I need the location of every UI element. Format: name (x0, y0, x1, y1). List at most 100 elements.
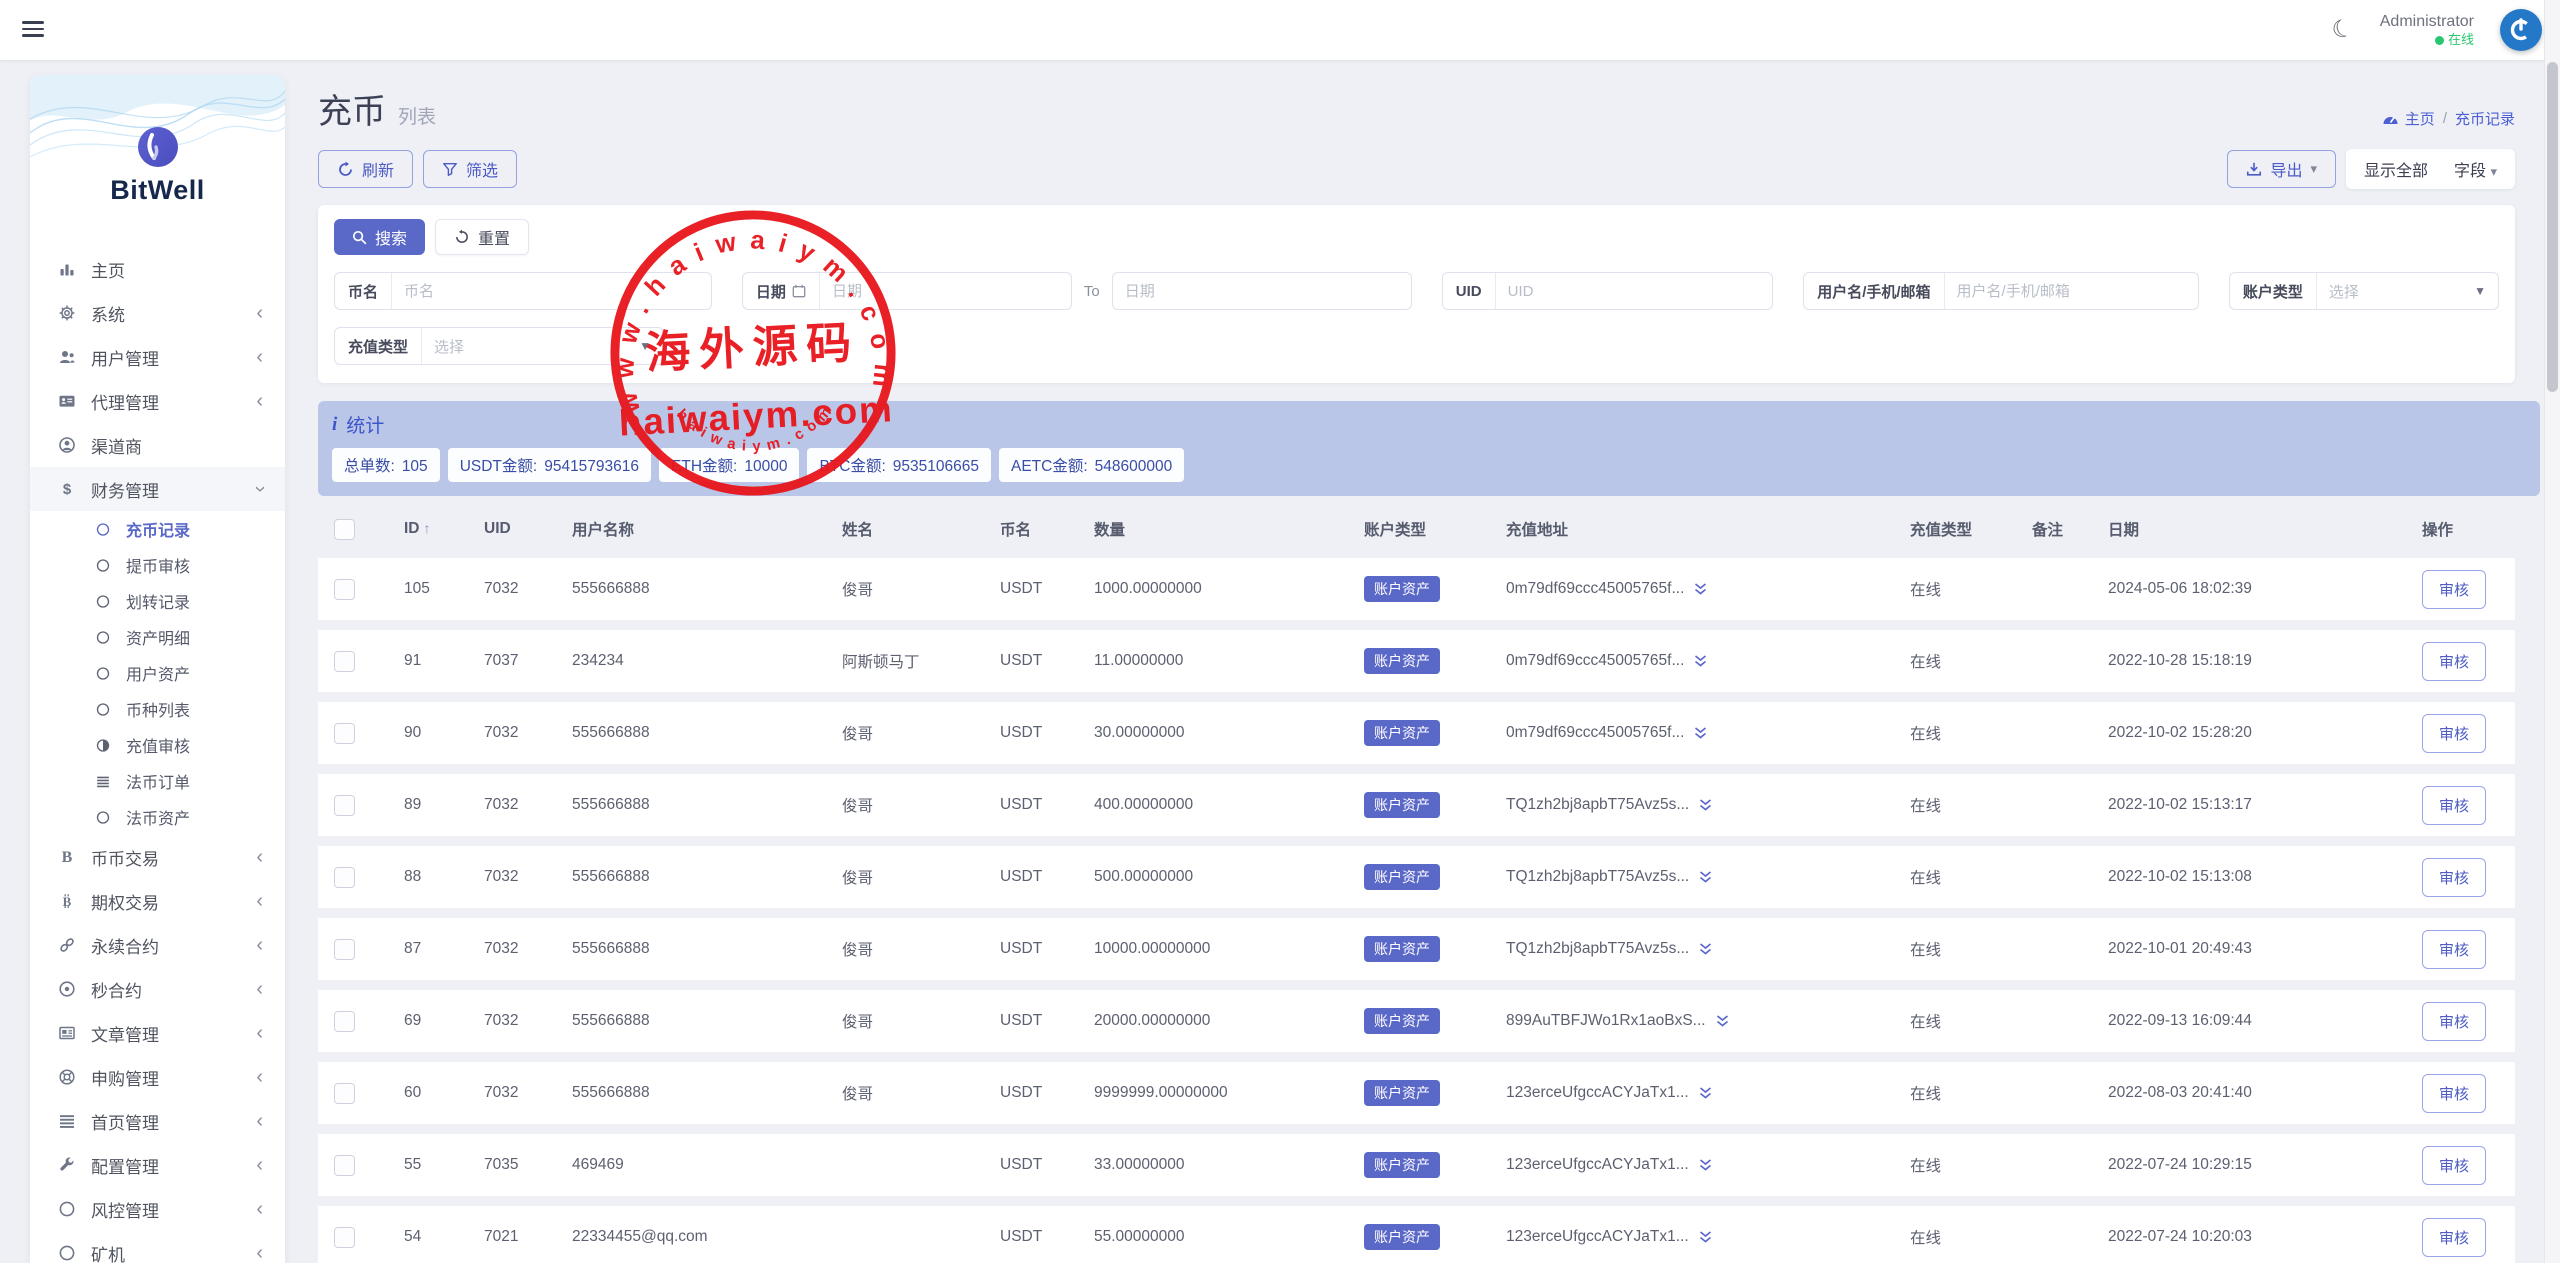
scrollbar-track[interactable] (2544, 0, 2560, 1263)
row-checkbox[interactable] (334, 1227, 355, 1248)
audit-button[interactable]: 审核 (2422, 642, 2486, 681)
sidebar-item[interactable]: 首页管理‹ (30, 1099, 285, 1143)
expand-address-icon[interactable] (1693, 653, 1708, 669)
column-header[interactable]: 账户类型 (1348, 510, 1490, 548)
audit-button[interactable]: 审核 (2422, 1074, 2486, 1113)
sidebar-subitem[interactable]: 充值审核 (30, 727, 285, 763)
sidebar-item[interactable]: 用户管理‹ (30, 335, 285, 379)
sidebar-item[interactable]: B币币交易‹ (30, 835, 285, 879)
user-filter-input[interactable] (1945, 283, 2198, 300)
sidebar-item[interactable]: 申购管理‹ (30, 1055, 285, 1099)
audit-button[interactable]: 审核 (2422, 930, 2486, 969)
row-checkbox[interactable] (334, 723, 355, 744)
column-header[interactable]: 日期 (2092, 510, 2406, 548)
breadcrumb-current-link[interactable]: 充币记录 (2455, 108, 2515, 129)
row-checkbox[interactable] (334, 1083, 355, 1104)
show-all-button[interactable]: 显示全部 (2364, 157, 2428, 181)
sidebar-item[interactable]: B期权交易‹ (30, 879, 285, 923)
sidebar-subitem[interactable]: 法币订单 (30, 763, 285, 799)
cell-address: 123erceUfgccACYJaTx1... (1506, 1084, 1689, 1102)
expand-address-icon[interactable] (1698, 1229, 1713, 1245)
audit-button[interactable]: 审核 (2422, 1218, 2486, 1257)
row-checkbox[interactable] (334, 579, 355, 600)
expand-address-icon[interactable] (1715, 1013, 1730, 1029)
sidebar-item[interactable]: 配置管理‹ (30, 1143, 285, 1187)
sidebar-subitem[interactable]: 法币资产 (30, 799, 285, 835)
sidebar-subitem[interactable]: 资产明细 (30, 619, 285, 655)
cell-id: 54 (388, 1206, 468, 1263)
column-header[interactable]: 充值类型 (1894, 510, 2016, 548)
row-checkbox[interactable] (334, 867, 355, 888)
audit-button[interactable]: 审核 (2422, 858, 2486, 897)
sidebar-subitem[interactable]: 币种列表 (30, 691, 285, 727)
audit-button[interactable]: 审核 (2422, 1146, 2486, 1185)
audit-button[interactable]: 审核 (2422, 786, 2486, 825)
column-header[interactable]: 用户名称 (556, 510, 826, 548)
cell-note (2016, 846, 2092, 908)
row-checkbox[interactable] (334, 651, 355, 672)
sidebar-item[interactable]: 系统‹ (30, 291, 285, 335)
stat-label: ETH金额: (671, 458, 737, 475)
audit-button[interactable]: 审核 (2422, 570, 2486, 609)
expand-address-icon[interactable] (1698, 1085, 1713, 1101)
filter-button[interactable]: 筛选 (423, 150, 517, 188)
column-header[interactable]: 数量 (1078, 510, 1348, 548)
sidebar-item[interactable]: 渠道商 (30, 423, 285, 467)
fields-button[interactable]: 字段 ▾ (2454, 157, 2497, 181)
sidebar-subitem-label: 提币审核 (126, 553, 190, 577)
coin-filter-input[interactable] (392, 283, 711, 300)
user-avatar[interactable] (2500, 9, 2542, 51)
row-checkbox[interactable] (334, 1011, 355, 1032)
cell-note (2016, 558, 2092, 620)
uid-filter-input[interactable] (1496, 283, 1773, 300)
column-header[interactable]: 姓名 (826, 510, 984, 548)
refresh-button[interactable]: 刷新 (318, 150, 413, 188)
column-header[interactable]: UID (468, 510, 556, 548)
column-header[interactable]: 币名 (984, 510, 1078, 548)
sidebar-subitem[interactable]: 用户资产 (30, 655, 285, 691)
sidebar-item[interactable]: 代理管理‹ (30, 379, 285, 423)
expand-address-icon[interactable] (1698, 1157, 1713, 1173)
column-header[interactable]: 操作 (2406, 510, 2515, 548)
audit-button[interactable]: 审核 (2422, 1002, 2486, 1041)
select-all-checkbox[interactable] (334, 519, 355, 540)
account-type-select[interactable]: 选择 ▼ (2317, 281, 2498, 302)
cell-coin: USDT (984, 846, 1078, 908)
expand-address-icon[interactable] (1693, 725, 1708, 741)
sidebar-item[interactable]: $财务管理‹ (30, 467, 285, 511)
dark-mode-toggle-icon[interactable]: ☾ (2329, 15, 2357, 44)
export-button[interactable]: 导出 ▾ (2227, 150, 2336, 188)
sidebar-subitem[interactable]: 划转记录 (30, 583, 285, 619)
row-checkbox[interactable] (334, 1155, 355, 1176)
scrollbar-thumb[interactable] (2547, 62, 2558, 392)
column-header[interactable]: ID↑ (388, 510, 468, 548)
sidebar-item[interactable]: 文章管理‹ (30, 1011, 285, 1055)
user-info[interactable]: Administrator 在线 (2380, 12, 2474, 48)
sidebar-subitem[interactable]: 提币审核 (30, 547, 285, 583)
sidebar-item[interactable]: 矿机‹ (30, 1231, 285, 1263)
deposit-type-select[interactable]: 选择 ▼ (422, 336, 663, 357)
sort-arrow-icon[interactable]: ↑ (424, 520, 431, 536)
date-from-input[interactable] (820, 283, 1071, 300)
sidebar-item[interactable]: 永续合约‹ (30, 923, 285, 967)
search-button[interactable]: 搜索 (334, 219, 425, 255)
sidebar-subitem[interactable]: 充币记录 (30, 511, 285, 547)
row-checkbox[interactable] (334, 795, 355, 816)
cell-address: 0m79df69ccc45005765f... (1506, 724, 1684, 742)
expand-address-icon[interactable] (1698, 869, 1713, 885)
row-checkbox[interactable] (334, 939, 355, 960)
reset-button[interactable]: 重置 (435, 219, 529, 255)
fields-button-group[interactable]: 显示全部 字段 ▾ (2346, 149, 2515, 189)
menu-toggle-icon[interactable] (22, 21, 44, 39)
column-header[interactable]: 备注 (2016, 510, 2092, 548)
expand-address-icon[interactable] (1698, 797, 1713, 813)
audit-button[interactable]: 审核 (2422, 714, 2486, 753)
expand-address-icon[interactable] (1698, 941, 1713, 957)
column-header[interactable]: 充值地址 (1490, 510, 1894, 548)
date-to-input[interactable] (1113, 283, 1411, 300)
sidebar-item[interactable]: 风控管理‹ (30, 1187, 285, 1231)
breadcrumb-home-link[interactable]: 主页 (2382, 108, 2435, 129)
expand-address-icon[interactable] (1693, 581, 1708, 597)
sidebar-item[interactable]: 秒合约‹ (30, 967, 285, 1011)
sidebar-item[interactable]: 主页 (30, 247, 285, 291)
